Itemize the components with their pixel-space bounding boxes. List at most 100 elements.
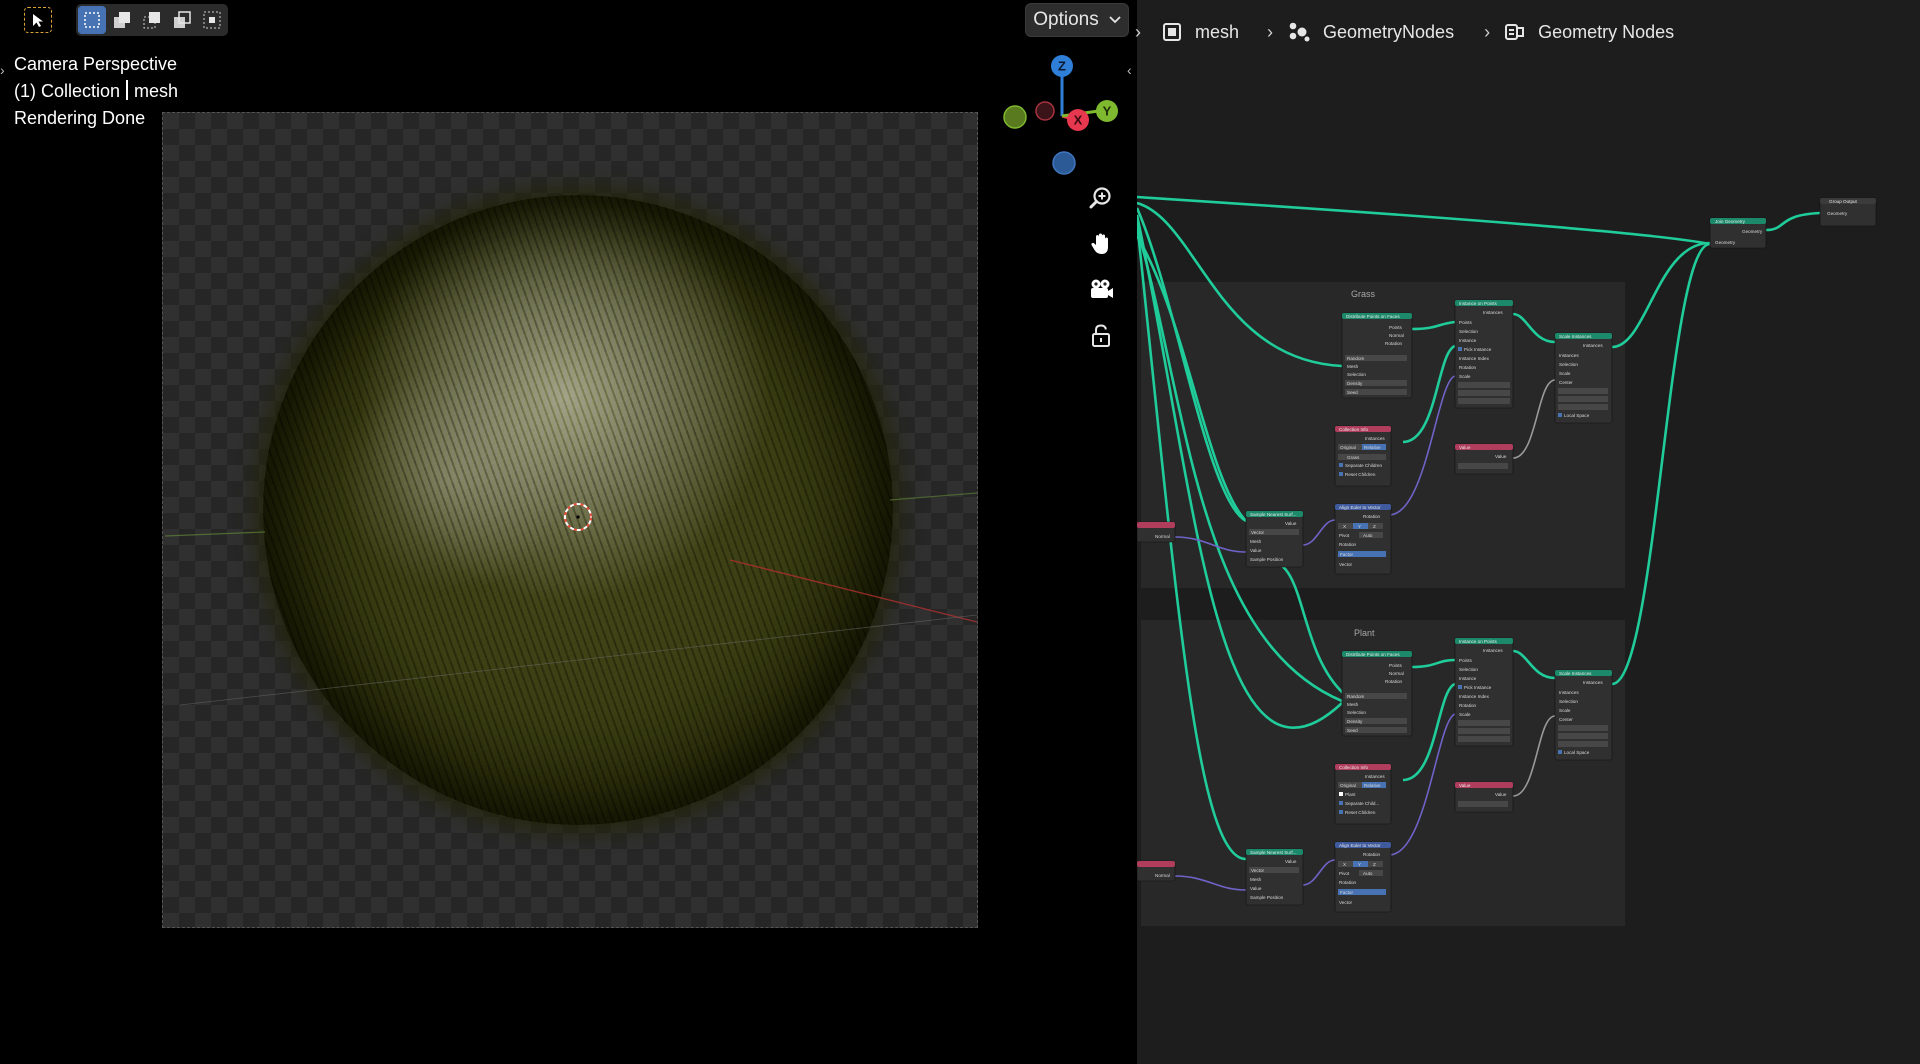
expand-toolbar-arrow-icon[interactable]: ›	[0, 62, 5, 78]
collection-name: (1) Collection	[14, 81, 121, 101]
distribute-row: Points	[1389, 663, 1402, 668]
sample-nearest-title: Sample Nearest Surf...	[1250, 512, 1296, 517]
node-canvas[interactable]: Grass Plant Join Geometry Geometry Geome…	[1137, 0, 1920, 1064]
distribute-row: Rotation	[1385, 341, 1403, 346]
ae-row: X	[1343, 524, 1346, 529]
select-mode-toolbar	[10, 2, 228, 38]
scale-instances-title: Scale Instances	[1559, 671, 1592, 676]
navigation-gizmo[interactable]: Z X Y	[990, 50, 1120, 180]
value-row: Value	[1495, 792, 1507, 797]
si-row: Selection	[1559, 699, 1578, 704]
node-group-output[interactable]: Group Output Geometry	[1819, 197, 1877, 227]
sn-row: Vector	[1251, 868, 1264, 873]
node-distribute-points-grass[interactable]: Distribute Points on Faces Points Normal…	[1341, 312, 1413, 399]
node-collection-info-grass[interactable]: Collection Info Instances Original Relat…	[1334, 425, 1392, 487]
collapse-sidebar-arrow-icon[interactable]: ‹	[1127, 62, 1132, 78]
value-row: Value	[1495, 454, 1507, 459]
viewport-info-overlay: Camera Perspective (1) Collection mesh Re…	[14, 51, 178, 132]
3d-viewport[interactable]: Options › ‹ Camera Perspective (1) Colle…	[0, 0, 1137, 1064]
ae-row: Pivot	[1339, 533, 1350, 538]
ci-row: Plant	[1345, 792, 1356, 797]
si-row: Selection	[1559, 362, 1578, 367]
3d-cursor-icon[interactable]	[563, 502, 593, 532]
iop-row: Points	[1459, 320, 1472, 325]
ae-row: Vector	[1339, 900, 1352, 905]
gizmo-neg-y-handle	[1003, 105, 1027, 129]
iop-row: Scale	[1459, 374, 1471, 379]
ci-row: Separate Children	[1345, 463, 1382, 468]
node-join-geometry[interactable]: Join Geometry Geometry Geometry	[1709, 217, 1767, 249]
ae-row: Auto	[1363, 533, 1373, 538]
join-geometry-out: Geometry	[1742, 229, 1763, 234]
ci-row: Reset Children	[1345, 472, 1376, 477]
ci-row: Relative	[1364, 783, 1381, 788]
iop-row: Instance Index	[1459, 694, 1490, 699]
align-euler-title: Align Euler to Vector	[1339, 843, 1381, 848]
select-box-extend-icon[interactable]	[108, 6, 136, 34]
node-sample-nearest-grass[interactable]: Sample Nearest Surf... Value Vector Mesh…	[1245, 510, 1304, 568]
gizmo-neg-x-handle	[1035, 101, 1055, 121]
normal-title: Normal	[1155, 873, 1170, 878]
ae-row: Rotation	[1363, 514, 1381, 519]
node-normal-plant[interactable]: Normal	[1137, 860, 1176, 882]
sn-row: Value	[1285, 859, 1297, 864]
iop-row: Pick Instance	[1464, 685, 1492, 690]
gizmo-x-label: X	[1074, 113, 1083, 128]
camera-icon[interactable]	[1083, 272, 1119, 308]
iop-row: Instance	[1459, 676, 1477, 681]
select-box-subtract-icon[interactable]	[138, 6, 166, 34]
selection-mode-group	[76, 4, 228, 36]
scale-instances-title: Scale Instances	[1559, 334, 1592, 339]
node-normal-grass[interactable]: Normal	[1137, 521, 1176, 543]
ci-row: Grass	[1347, 455, 1360, 460]
node-sample-nearest-plant[interactable]: Sample Nearest Surf... Value Vector Mesh…	[1245, 848, 1304, 906]
distribute-row: Normal	[1389, 671, 1404, 676]
iop-row: Instances	[1483, 648, 1503, 653]
sn-row: Value	[1250, 548, 1262, 553]
ci-row: Instances	[1365, 774, 1385, 779]
ci-row: Original	[1340, 783, 1356, 788]
distribute-row: Mesh	[1347, 702, 1359, 707]
collection-info-title: Collection Info	[1339, 765, 1369, 770]
node-scale-instances-plant[interactable]: Scale Instances Instances Instances Sele…	[1554, 669, 1613, 761]
geometry-node-editor[interactable]: › mesh › GeometryNodes › Geometry Nodes …	[1135, 0, 1920, 1064]
gizmo-y-label: Y	[1103, 104, 1112, 119]
ae-row: Z	[1373, 524, 1376, 529]
distribute-row: Normal	[1389, 333, 1404, 338]
sn-row: Value	[1250, 886, 1262, 891]
sn-row: Sample Position	[1250, 895, 1284, 900]
node-collection-info-plant[interactable]: Collection Info Instances Original Relat…	[1334, 763, 1392, 825]
select-box-invert-icon[interactable]	[168, 6, 196, 34]
select-cursor-icon[interactable]	[24, 7, 52, 33]
options-dropdown[interactable]: Options	[1025, 3, 1129, 37]
node-instance-on-points-grass[interactable]: Instance on Points Instances Points Sele…	[1454, 299, 1514, 409]
iop-row: Instance	[1459, 338, 1477, 343]
select-box-intersect-icon[interactable]	[198, 6, 226, 34]
pan-hand-icon[interactable]	[1083, 226, 1119, 262]
node-align-euler-grass[interactable]: Align Euler to Vector Rotation X Y Z Piv…	[1334, 503, 1392, 575]
ci-row: Original	[1340, 445, 1356, 450]
node-align-euler-plant[interactable]: Align Euler to Vector Rotation X Y Z Piv…	[1334, 841, 1392, 913]
group-output-title: Group Output	[1829, 199, 1858, 204]
frame-label-plant: Plant	[1354, 628, 1375, 638]
distribute-row: Density	[1347, 719, 1363, 724]
ae-row: Rotation	[1363, 852, 1381, 857]
sn-row: Value	[1285, 521, 1297, 526]
zoom-icon[interactable]	[1083, 180, 1119, 216]
node-scale-instances-grass[interactable]: Scale Instances Instances Instances Sele…	[1554, 332, 1613, 424]
node-value-grass[interactable]: Value Value	[1454, 443, 1514, 475]
node-value-plant[interactable]: Value Value	[1454, 781, 1514, 813]
node-instance-on-points-plant[interactable]: Instance on Points Instances Points Sele…	[1454, 637, 1514, 747]
si-row: Scale	[1559, 708, 1571, 713]
node-distribute-points-plant[interactable]: Distribute Points on Faces Points Normal…	[1341, 650, 1413, 737]
ae-row: Y	[1358, 524, 1361, 529]
iop-row: Selection	[1459, 667, 1478, 672]
lock-icon[interactable]	[1083, 318, 1119, 354]
distribute-title: Distribute Points on Faces	[1346, 652, 1400, 657]
sample-nearest-title: Sample Nearest Surf...	[1250, 850, 1296, 855]
gizmo-neg-z-handle	[1052, 151, 1076, 175]
ae-row: Z	[1373, 862, 1376, 867]
select-box-new-icon[interactable]	[78, 6, 106, 34]
sn-row: Mesh	[1250, 877, 1262, 882]
frame-label-grass: Grass	[1351, 289, 1376, 299]
